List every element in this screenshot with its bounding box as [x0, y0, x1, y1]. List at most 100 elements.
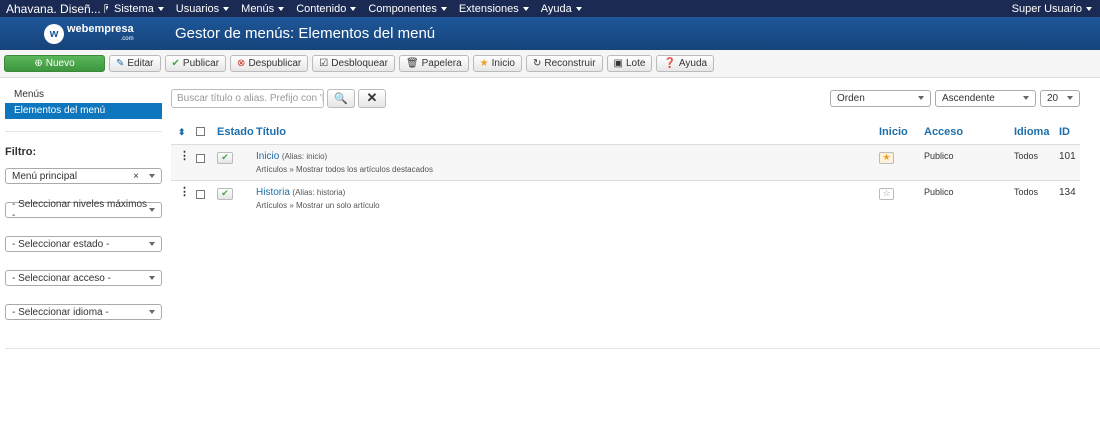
search-button[interactable]: 🔍 — [327, 88, 355, 108]
site-link[interactable]: Ahavana. Diseñ... ⇱ — [0, 2, 108, 16]
order-select[interactable]: Orden — [830, 89, 931, 107]
main-menu: Sistema Usuarios Menús Contenido Compone… — [108, 3, 588, 15]
sidebar: Menús Elementos del menú Filtro: Menú pr… — [5, 87, 162, 338]
home-button[interactable]: ★ Inicio — [472, 55, 522, 72]
item-title-link[interactable]: Inicio — [256, 151, 279, 162]
item-id: 101 — [1059, 143, 1080, 180]
state-select[interactable]: - Seleccionar estado - — [5, 236, 162, 252]
access-header[interactable]: Acceso — [924, 120, 1014, 144]
caret-down-icon — [522, 6, 529, 11]
caret-down-icon — [575, 6, 582, 11]
caret-down-icon — [223, 6, 230, 11]
item-language: Todos — [1014, 179, 1059, 216]
row-checkbox[interactable] — [196, 189, 205, 199]
caret-down-icon — [149, 276, 155, 280]
published-toggle[interactable]: ✔ — [217, 187, 233, 200]
edit-button[interactable]: ✎ Editar — [109, 55, 161, 72]
sort-icon: ⬍ — [178, 126, 186, 137]
footer-divider — [5, 348, 1100, 349]
direction-select[interactable]: Ascendente — [935, 89, 1036, 107]
caret-down-icon — [149, 310, 155, 314]
item-type: Artículos » Mostrar un solo artículo — [256, 200, 380, 210]
trash-icon: 🗑 — [405, 58, 419, 69]
menu-ayuda[interactable]: Ayuda — [535, 3, 588, 15]
menu-filter-select[interactable]: Menú principal × — [5, 168, 162, 184]
clear-button[interactable]: ✕ — [358, 88, 386, 108]
clear-icon[interactable]: × — [133, 171, 139, 182]
state-header[interactable]: Estado — [217, 120, 256, 144]
checkbox-icon: ☑ — [319, 58, 329, 69]
publish-button[interactable]: ✔ Publicar — [164, 55, 227, 72]
sidebar-item-menu-items[interactable]: Elementos del menú — [5, 103, 162, 119]
access-select[interactable]: - Seleccionar acceso - — [5, 270, 162, 286]
item-type: Artículos » Mostrar todos los artículos … — [256, 164, 433, 174]
check-all-header[interactable] — [196, 120, 217, 144]
help-icon: ❓ — [663, 58, 676, 69]
item-id: 134 — [1059, 179, 1080, 216]
toolbar: ⊕ Nuevo ✎ Editar ✔ Publicar ⊗ Despublicar ☑ D… — [0, 50, 1100, 78]
caret-down-icon — [1067, 96, 1073, 100]
plus-circle-icon: ⊕ — [34, 58, 43, 69]
help-button[interactable]: ❓ Ayuda — [656, 55, 715, 72]
published-toggle[interactable]: ✔ — [217, 151, 233, 164]
star-icon: ★ — [882, 152, 891, 162]
close-icon: ✕ — [366, 90, 378, 105]
id-header[interactable]: ID — [1059, 120, 1080, 144]
menu-sistema[interactable]: Sistema — [108, 3, 170, 15]
home-toggle[interactable]: ☆ — [879, 187, 894, 200]
menu-menus[interactable]: Menús — [235, 3, 290, 15]
new-button[interactable]: ⊕ Nuevo — [4, 55, 105, 72]
logo-text: webempresa — [67, 22, 134, 35]
menu-contenido[interactable]: Contenido — [290, 3, 362, 15]
checkbox-icon: ▣ — [613, 58, 623, 69]
batch-button[interactable]: ▣ Lote — [606, 55, 653, 72]
menu-items-table: ⬍ Estado Título Inicio Acceso Idioma ID … — [171, 120, 1080, 216]
site-name: Ahavana. Diseñ... — [6, 1, 101, 16]
ordering-header[interactable]: ⬍ — [171, 120, 196, 144]
sort-controls: Orden Ascendente 20 — [830, 89, 1080, 107]
check-all-checkbox[interactable] — [196, 127, 205, 137]
menu-usuarios[interactable]: Usuarios — [170, 3, 235, 15]
unlock-button[interactable]: ☑ Desbloquear — [312, 55, 395, 72]
language-header[interactable]: Idioma — [1014, 120, 1059, 144]
drag-handle-icon[interactable]: ⋮ — [171, 186, 190, 198]
page-title: Gestor de menús: Elementos del menú — [175, 25, 436, 42]
table-row: ⋮ ✔ Historia (Alias: historia) Artículos… — [171, 179, 1080, 216]
drag-handle-icon[interactable]: ⋮ — [171, 150, 190, 162]
sidebar-item-menus[interactable]: Menús — [5, 87, 162, 103]
row-checkbox[interactable] — [196, 153, 205, 163]
divider — [5, 131, 162, 132]
max-levels-select[interactable]: - Seleccionar niveles máximos - — [5, 199, 162, 221]
language-select[interactable]: - Seleccionar idioma - — [5, 304, 162, 320]
item-access: Publico — [924, 179, 1014, 216]
home-header[interactable]: Inicio — [879, 120, 924, 144]
item-alias: (Alias: historia) — [292, 187, 346, 197]
menu-componentes[interactable]: Componentes — [362, 3, 453, 15]
home-toggle[interactable]: ★ — [879, 151, 894, 164]
caret-down-icon — [918, 96, 924, 100]
caret-down-icon — [1086, 6, 1092, 11]
refresh-icon: ↻ — [533, 58, 542, 69]
item-title-link[interactable]: Historia — [256, 187, 290, 198]
logo-subtext: .com — [120, 35, 134, 42]
check-icon: ✔ — [171, 58, 180, 69]
caret-down-icon — [440, 6, 447, 11]
menu-extensiones[interactable]: Extensiones — [453, 3, 535, 15]
unpublish-icon: ⊗ — [237, 58, 246, 69]
rebuild-button[interactable]: ↻ Reconstruir — [526, 55, 603, 72]
title-header[interactable]: Título — [256, 120, 879, 144]
search-icon: 🔍 — [334, 92, 348, 105]
logo-icon: w — [44, 23, 64, 44]
admin-topbar: Ahavana. Diseñ... ⇱ Sistema Usuarios Men… — [0, 0, 1100, 17]
page-header: w webempresa .com Gestor de menús: Elemen… — [0, 17, 1100, 50]
edit-icon: ✎ — [116, 58, 125, 69]
item-alias: (Alias: inicio) — [281, 151, 328, 161]
limit-select[interactable]: 20 — [1040, 89, 1080, 107]
item-language: Todos — [1014, 143, 1059, 180]
check-icon: ✔ — [221, 188, 229, 198]
caret-down-icon — [149, 242, 155, 246]
unpublish-button[interactable]: ⊗ Despublicar — [230, 55, 309, 72]
user-menu[interactable]: Super Usuario — [1012, 3, 1100, 15]
search-input[interactable]: Buscar título o alias. Prefijo con 'ID:' — [171, 88, 324, 108]
trash-button[interactable]: 🗑 Papelera — [398, 55, 469, 72]
